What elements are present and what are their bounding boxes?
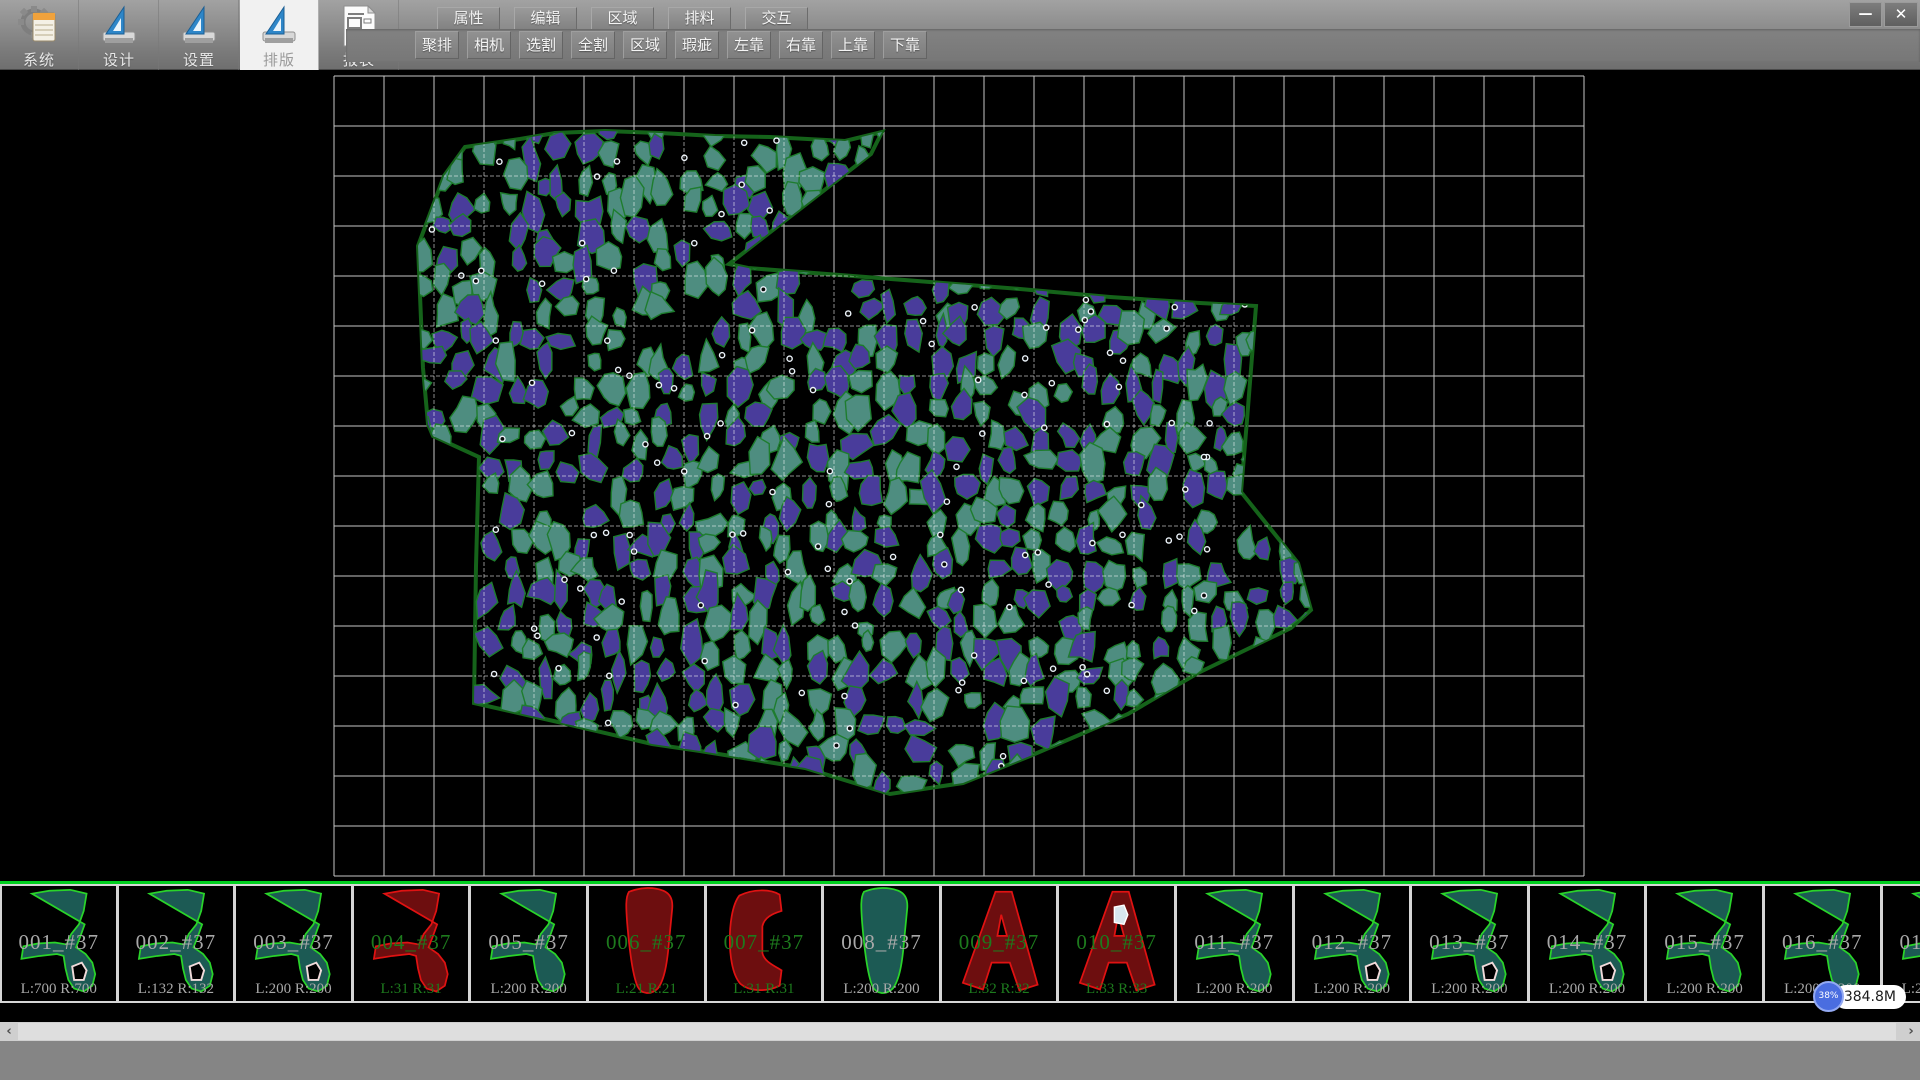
minimize-button[interactable]: — (1849, 2, 1882, 27)
memory-percent-badge: 38% (1813, 981, 1844, 1012)
piece-lr-count: L:200 R:200 (236, 981, 351, 998)
piece-lr-count: L:200 R:200 (1647, 981, 1762, 998)
toolbar-button-label: 设计 (80, 49, 158, 70)
horizontal-scrollbar[interactable]: ‹ › (0, 1022, 1920, 1041)
nesting-canvas[interactable] (0, 70, 1920, 882)
piece-lr-count: L:200 R:200 (1530, 981, 1645, 998)
piece-name: 009_#37 (942, 930, 1057, 955)
piece-thumbnail-8[interactable]: 008_#37 L:200 R:200 (823, 884, 941, 1003)
piece-name: 013_#37 (1412, 930, 1527, 955)
piece-name: 012_#37 (1295, 930, 1410, 955)
piece-thumbnail-12[interactable]: 012_#37 L:200 R:200 (1294, 884, 1412, 1003)
tool-button-5[interactable]: 区域 (623, 31, 667, 59)
piece-name: 007_#37 (707, 930, 822, 955)
piece-lr-count: L:200 R:200 (824, 981, 939, 998)
piece-lr-count: L:31 R:31 (354, 981, 469, 998)
piece-name: 015_#37 (1647, 930, 1762, 955)
piece-lr-count: L:32 R:32 (942, 981, 1057, 998)
piece-thumbnail-1[interactable]: 001_#37 L:700 R:700 (0, 884, 118, 1003)
piece-lr-count: L:200 R:200 (1177, 981, 1292, 998)
toolbar-button-design[interactable]: 设计 (80, 0, 159, 70)
piece-hole (1600, 963, 1614, 980)
piece-thumbnail-9[interactable]: 009_#37 L:32 R:32 (941, 884, 1059, 1003)
piece-lr-count: L:33 R:33 (1059, 981, 1174, 998)
piece-thumbnail-11[interactable]: 011_#37 L:200 R:200 (1176, 884, 1294, 1003)
scroll-left-arrow-icon[interactable]: ‹ (0, 1022, 18, 1041)
piece-thumbnail-5[interactable]: 005_#37 L:200 R:200 (470, 884, 588, 1003)
piece-thumbnail-14[interactable]: 014_#37 L:200 R:200 (1529, 884, 1647, 1003)
piece-hole (72, 963, 86, 980)
piece-hole (1115, 905, 1128, 924)
memory-usage-pill: 384.8M (1834, 985, 1906, 1009)
piece-name: 006_#37 (589, 930, 704, 955)
menu-tab-1[interactable]: 属性 (437, 7, 500, 30)
piece-name: 003_#37 (236, 930, 351, 955)
piece-lr-count: L:700 R:700 (2, 981, 116, 998)
status-footer (0, 1041, 1920, 1080)
tool-button-8[interactable]: 右靠 (779, 31, 823, 59)
tool-button-7[interactable]: 左靠 (727, 31, 771, 59)
menu-tab-4[interactable]: 排料 (668, 7, 731, 30)
piece-hole (1365, 963, 1379, 980)
piece-name: 016_#37 (1765, 930, 1880, 955)
piece-name: 005_#37 (471, 930, 586, 955)
toolbar-button-label: 系统 (0, 49, 78, 70)
scroll-right-arrow-icon[interactable]: › (1902, 1022, 1920, 1041)
piece-name: 004_#37 (354, 930, 469, 955)
piece-lr-count: L:132 R:132 (119, 981, 234, 998)
ruler-icon (177, 4, 221, 48)
tool-button-6[interactable]: 瑕疵 (675, 31, 719, 59)
tool-button-1[interactable]: 聚排 (415, 31, 459, 59)
tool-button-9[interactable]: 上靠 (831, 31, 875, 59)
gear-icon (17, 4, 61, 48)
tool-button-10[interactable]: 下靠 (883, 31, 927, 59)
piece-hole (307, 963, 321, 980)
piece-thumbnail-strip: 001_#37L:700 R:700002_#37L:132 R:132003_… (0, 884, 1920, 1003)
piece-name: 001_#37 (2, 930, 116, 955)
tool-button-2[interactable]: 相机 (467, 31, 511, 59)
toolbar-button-nesting[interactable]: 排版 (240, 0, 319, 70)
piece-thumbnail-15[interactable]: 015_#37 L:200 R:200 (1646, 884, 1764, 1003)
piece-thumbnail-4[interactable]: 004_#37 L:31 R:31 (353, 884, 471, 1003)
piece-lr-count: L:31 R:31 (707, 981, 822, 998)
piece-name: 008_#37 (824, 930, 939, 955)
piece-lr-count: L:200 R:200 (471, 981, 586, 998)
tool-button-3[interactable]: 选割 (519, 31, 563, 59)
piece-hole (189, 963, 203, 980)
tool-button-row: 聚排相机选割全割区域瑕疵左靠右靠上靠下靠 (346, 29, 1920, 62)
piece-thumbnail-3[interactable]: 003_#37 L:200 R:200 (235, 884, 353, 1003)
piece-thumbnail-6[interactable]: 006_#37 L:21 R:21 (588, 884, 706, 1003)
piece-thumbnail-2[interactable]: 002_#37 L:132 R:132 (118, 884, 236, 1003)
piece-thumbnail-13[interactable]: 013_#37 L:200 R:200 (1411, 884, 1529, 1003)
menu-tab-5[interactable]: 交互 (745, 7, 808, 30)
piece-name: 017_#37 (1883, 930, 1920, 955)
piece-lr-count: L:200 R:200 (1412, 981, 1527, 998)
scrollbar-thumb[interactable] (18, 1023, 1896, 1040)
close-button[interactable]: ✕ (1884, 2, 1918, 27)
toolbar-button-system[interactable]: 系统 (0, 0, 79, 70)
piece-thumbnail-7[interactable]: 007_#37 L:31 R:31 (706, 884, 824, 1003)
piece-hole (1483, 963, 1497, 980)
ruler-icon (257, 4, 301, 48)
piece-name: 011_#37 (1177, 930, 1292, 955)
toolbar-button-setting[interactable]: 设置 (160, 0, 239, 70)
tool-button-4[interactable]: 全割 (571, 31, 615, 59)
ruler-icon (97, 4, 141, 48)
toolbar-button-label: 设置 (160, 49, 238, 70)
piece-name: 014_#37 (1530, 930, 1645, 955)
toolbar-button-label: 排版 (240, 49, 318, 70)
menu-tab-2[interactable]: 编辑 (514, 7, 577, 30)
piece-lr-count: L:21 R:21 (589, 981, 704, 998)
piece-name: 002_#37 (119, 930, 234, 955)
piece-thumbnail-10[interactable]: 010_#37 L:33 R:33 (1058, 884, 1176, 1003)
titlebar-toolbar: 系统设计设置排版报表 属性编辑区域排料交互 聚排相机选割全割区域瑕疵左靠右靠上靠… (0, 0, 1920, 70)
piece-name: 010_#37 (1059, 930, 1174, 955)
piece-lr-count: L:200 R:200 (1295, 981, 1410, 998)
menu-tab-3[interactable]: 区域 (591, 7, 654, 30)
hide-layout-svg (0, 70, 1920, 882)
